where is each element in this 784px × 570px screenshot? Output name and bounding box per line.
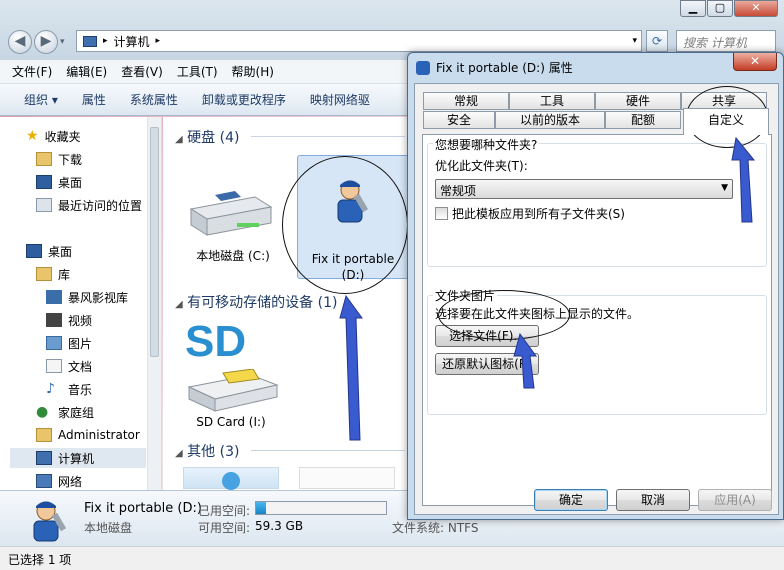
tab-customize[interactable]: 自定义	[683, 108, 769, 135]
annotation-arrow-drive	[339, 294, 363, 441]
annotation-arrows	[339, 136, 756, 441]
annotation-arrow-tab	[731, 136, 756, 223]
annotation-arrow-restore	[513, 332, 537, 389]
